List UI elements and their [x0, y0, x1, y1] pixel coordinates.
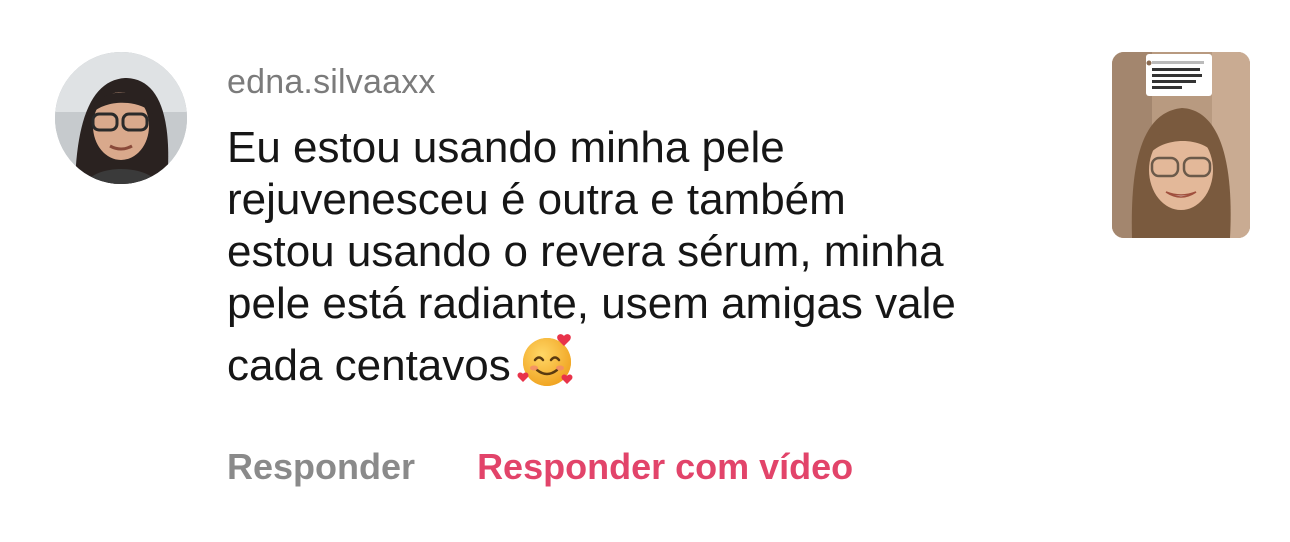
avatar[interactable] [55, 52, 187, 184]
reply-button[interactable]: Responder [227, 446, 415, 487]
comment-line-text: cada centavos [227, 341, 511, 390]
video-thumbnail[interactable] [1112, 52, 1250, 238]
video-thumbnail-image [1112, 52, 1250, 238]
comment-line: estou usando o revera sérum, minha [227, 227, 944, 276]
smiling-face-with-hearts-icon [517, 330, 577, 390]
comment-line: pele está radiante, usem amigas vale [227, 279, 956, 328]
comment-line: rejuvenesceu é outra e também [227, 175, 846, 224]
comment-line-last: cada centavos [227, 330, 1087, 392]
comment-text: Eu estou usando minha pele rejuvenesceu … [227, 122, 1087, 392]
comment-actions: Responder Responder com vídeo [227, 445, 853, 489]
reply-with-video-button[interactable]: Responder com vídeo [477, 446, 853, 487]
comment-line: Eu estou usando minha pele [227, 123, 785, 172]
user-avatar-image [55, 52, 187, 184]
username[interactable]: edna.silvaaxx [227, 62, 436, 102]
